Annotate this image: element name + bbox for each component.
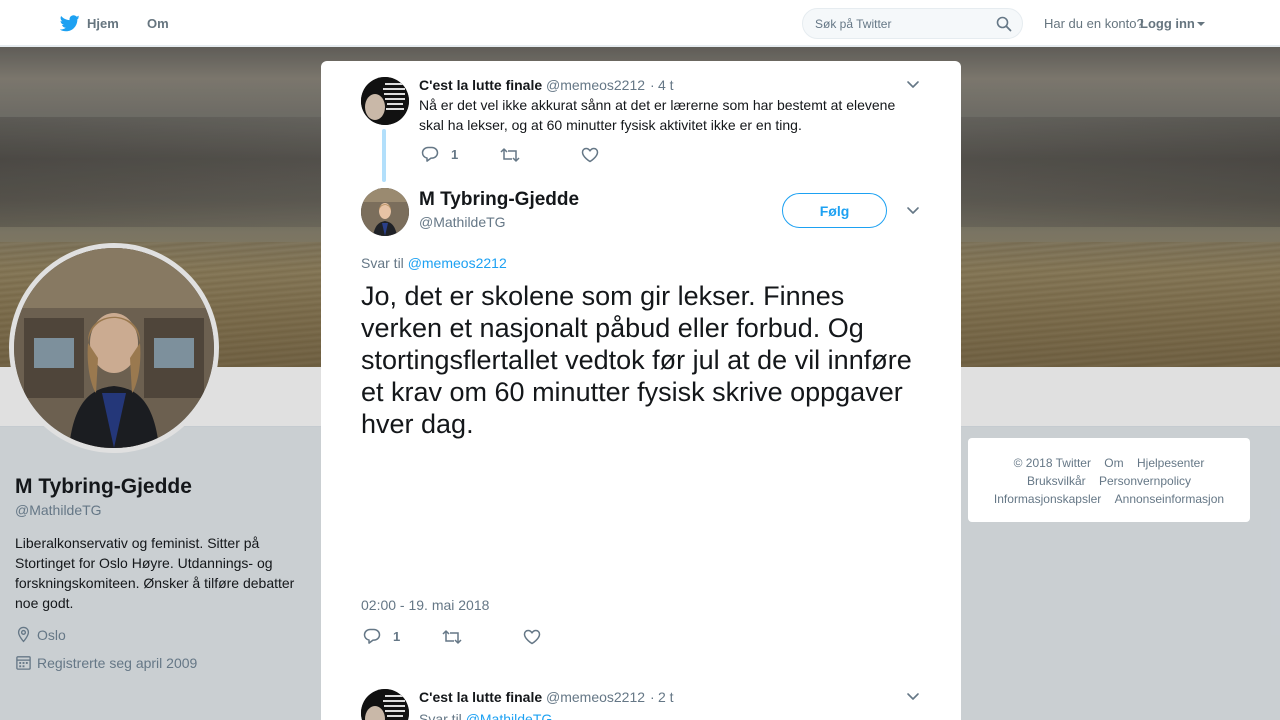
search-icon[interactable] <box>996 16 1012 32</box>
twitter-bird-icon <box>60 14 80 31</box>
parent-tweet-time[interactable]: 4 t <box>658 77 674 93</box>
parent-retweet-action[interactable] <box>500 147 520 163</box>
profile-handle: @MathildeTG <box>15 502 102 518</box>
reply-to-mention[interactable]: @MathildeTG <box>466 711 553 720</box>
parent-tweet-text: Nå er det vel ikke akkurat sånn at det e… <box>419 97 896 133</box>
main-tweet-reply-context: Svar til @memeos2212 <box>361 255 507 271</box>
next-tweet-reply-context: Svar til @MathildeTG <box>419 711 552 720</box>
next-tweet-author-name[interactable]: C'est la lutte finale <box>419 689 542 705</box>
reply-icon <box>421 146 439 162</box>
nav-about-label: Om <box>147 15 169 31</box>
footer-link-help[interactable]: Hjelpesenter <box>1137 456 1204 470</box>
reply-to-prefix: Svar til <box>419 711 462 720</box>
avatar-image <box>361 77 409 125</box>
parent-tweet-author-name[interactable]: C'est la lutte finale <box>419 77 542 93</box>
parent-tweet-author-handle[interactable]: @memeos2212 <box>546 77 645 93</box>
tweet-modal: C'est la lutte finale @memeos2212 · 4 t … <box>321 61 961 720</box>
heart-icon <box>523 629 541 645</box>
profile-joined-text: Registrerte seg april 2009 <box>37 654 198 671</box>
avatar-image <box>361 188 409 236</box>
footer-link-ads[interactable]: Annonseinformasjon <box>1115 492 1224 506</box>
next-tweet-author-handle[interactable]: @memeos2212 <box>546 689 645 705</box>
close-icon[interactable] <box>1233 11 1259 37</box>
chevron-down-icon[interactable] <box>906 692 920 702</box>
location-pin-icon <box>17 626 30 643</box>
main-tweet-author-handle[interactable]: @MathildeTG <box>419 214 506 230</box>
retweet-icon <box>442 630 462 644</box>
follow-button[interactable]: Følg <box>782 193 887 228</box>
next-tweet-time[interactable]: 2 t <box>658 689 674 705</box>
nav-about-link[interactable]: Om <box>147 0 169 46</box>
caret-down-icon[interactable] <box>1197 22 1205 26</box>
parent-reply-count: 1 <box>451 146 459 162</box>
chevron-down-icon[interactable] <box>906 206 920 216</box>
thread-connector-line <box>382 129 386 182</box>
parent-tweet-separator: · <box>650 77 655 93</box>
login-link[interactable]: Logg inn <box>1140 16 1195 31</box>
profile-bio: Liberalkonservativ og feminist. Sitter p… <box>15 535 295 611</box>
nav-home-link[interactable]: Hjem <box>60 0 119 46</box>
main-like-action[interactable] <box>523 629 541 645</box>
footer-link-privacy[interactable]: Personvernpolicy <box>1099 474 1191 488</box>
main-tweet-author-name[interactable]: M Tybring-Gjedde <box>419 189 579 211</box>
footer-link-about[interactable]: Om <box>1104 456 1123 470</box>
parent-reply-action[interactable]: 1 <box>421 146 458 162</box>
footer-link-terms[interactable]: Bruksvilkår <box>1027 474 1086 488</box>
account-prompt-text: Har du en konto? <box>1044 16 1144 31</box>
reply-to-mention[interactable]: @memeos2212 <box>408 255 507 271</box>
top-navigation-bar: Hjem Om Har du en konto? Logg inn <box>0 0 1280 46</box>
profile-name: M Tybring-Gjedde <box>15 475 192 498</box>
main-tweet-timestamp[interactable]: 02:00 - 19. mai 2018 <box>361 597 489 613</box>
profile-location-text: Oslo <box>37 626 66 643</box>
main-tweet-avatar[interactable] <box>361 188 409 236</box>
chevron-down-icon[interactable] <box>906 80 920 90</box>
parent-tweet-avatar[interactable] <box>361 77 409 125</box>
next-tweet-avatar[interactable] <box>361 689 409 720</box>
parent-like-action[interactable] <box>581 147 599 163</box>
main-retweet-action[interactable] <box>442 629 462 645</box>
footer-links-box: © 2018 Twitter Om Hjelpesenter Bruksvilk… <box>968 438 1250 522</box>
avatar-image <box>361 689 409 720</box>
profile-location: Oslo <box>15 626 66 643</box>
calendar-icon <box>16 656 31 670</box>
reply-icon <box>363 628 381 644</box>
next-tweet-separator: · <box>650 689 655 705</box>
heart-icon <box>581 147 599 163</box>
footer-links: © 2018 Twitter Om Hjelpesenter Bruksvilk… <box>978 454 1240 508</box>
nav-home-label: Hjem <box>87 15 119 31</box>
main-tweet-text: Jo, det er skolene som gir lekser. Finne… <box>361 281 912 439</box>
main-reply-count: 1 <box>393 628 401 644</box>
search-box <box>802 8 1023 39</box>
footer-link-cookies[interactable]: Informasjonskapsler <box>994 492 1101 506</box>
footer-link-copyright: © 2018 Twitter <box>1013 456 1091 470</box>
main-reply-action[interactable]: 1 <box>363 628 400 644</box>
search-input[interactable] <box>815 15 990 33</box>
profile-joined: Registrerte seg april 2009 <box>15 654 197 671</box>
reply-to-prefix: Svar til <box>361 255 404 271</box>
retweet-icon <box>500 148 520 162</box>
